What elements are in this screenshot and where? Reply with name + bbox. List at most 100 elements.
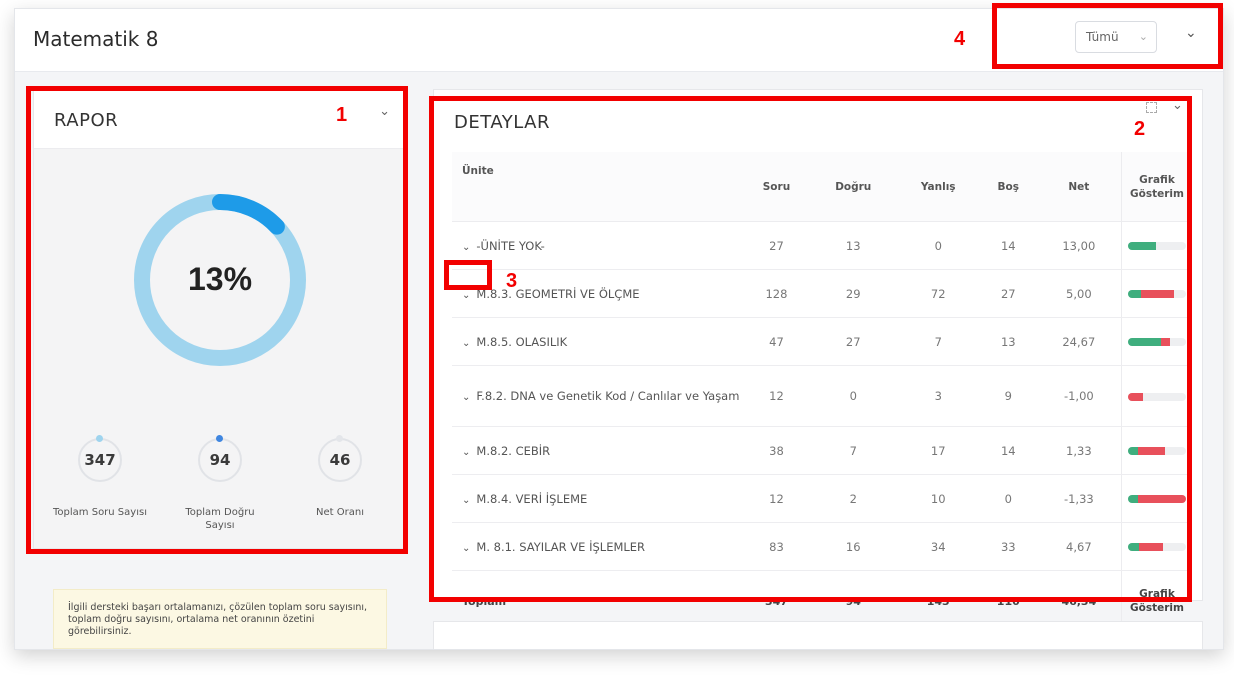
cell-yanlis: 17 <box>896 426 980 475</box>
stat-ring: 347 <box>78 435 122 482</box>
top-bar: Matematik 8 Tümü ⌄ ⌄ <box>15 9 1223 72</box>
fullscreen-icon[interactable] <box>1146 102 1157 113</box>
rapor-collapse-icon[interactable]: ⌄ <box>379 104 390 119</box>
expand-row-icon[interactable]: ⌄ <box>462 543 470 554</box>
table-row: ⌄ M. 8.1. SAYILAR VE İŞLEMLER 83 16 34 33… <box>452 522 1192 571</box>
col-header-soru: Soru <box>743 152 810 222</box>
bar-correct <box>1128 543 1140 551</box>
detaylar-card: DETAYLAR ⌄ Ünite Soru Doğru Yanlış Boş N… <box>433 89 1203 632</box>
cell-soru: 47 <box>743 317 810 366</box>
cell-graph <box>1121 269 1192 318</box>
stat-value: 46 <box>329 451 351 469</box>
bar-wrong <box>1139 543 1163 551</box>
expand-row-icon[interactable]: ⌄ <box>462 290 470 301</box>
stat-value: 94 <box>209 451 231 469</box>
success-donut-chart: 13% <box>134 194 306 366</box>
app-window: Matematik 8 Tümü ⌄ ⌄ RAPOR ⌄ 13% 347 Top… <box>14 8 1224 650</box>
details-table: Ünite Soru Doğru Yanlış Boş Net Grafik G… <box>452 152 1192 632</box>
col-header-dogru: Doğru <box>809 152 897 222</box>
result-bar <box>1128 392 1186 401</box>
rapor-title: RAPOR <box>54 110 119 131</box>
unit-filter-select[interactable]: Tümü ⌄ <box>1075 21 1157 53</box>
cell-net: 5,00 <box>1036 269 1122 318</box>
result-bar <box>1128 290 1186 298</box>
col-header-grafik: Grafik Gösterim <box>1121 152 1192 222</box>
annotation-number-4: 4 <box>954 28 966 50</box>
detaylar-title: DETAYLAR <box>454 112 551 133</box>
cell-net: 24,67 <box>1036 317 1122 366</box>
expand-row-icon[interactable]: ⌄ <box>462 392 470 403</box>
unit-name: F.8.2. DNA ve Genetik Kod / Canlılar ve … <box>476 389 740 403</box>
cell-yanlis: 34 <box>896 522 980 571</box>
cell-dogru: 29 <box>809 269 897 318</box>
cell-soru: 128 <box>743 269 810 318</box>
annotation-number-1: 1 <box>336 104 348 126</box>
unit-cell: ⌄ M.8.3. GEOMETRİ VE ÖLÇME <box>452 269 743 318</box>
unit-cell: ⌄ F.8.2. DNA ve Genetik Kod / Canlılar ve… <box>452 365 743 427</box>
expand-row-icon[interactable]: ⌄ <box>462 338 470 349</box>
cell-dogru: 2 <box>809 474 897 523</box>
cell-bos: 14 <box>979 426 1037 475</box>
result-bar <box>1128 495 1186 503</box>
stat-total-questions: 347 Toplam Soru Sayısı <box>40 435 160 519</box>
cell-bos: 0 <box>979 474 1037 523</box>
table-row: ⌄ M.8.5. OLASILIK 47 27 7 13 24,67 <box>452 317 1192 366</box>
cell-soru: 27 <box>743 221 810 270</box>
filter-selected-value: Tümü <box>1086 30 1119 44</box>
bar-correct <box>1128 290 1142 298</box>
stat-dot <box>96 435 103 442</box>
stat-label: Toplam Soru Sayısı <box>53 507 147 518</box>
cell-graph <box>1121 522 1192 571</box>
unit-cell: ⌄ M.8.2. CEBİR <box>452 426 743 475</box>
table-row: ⌄ M.8.4. VERİ İŞLEME 12 2 10 0 -1,33 <box>452 474 1192 523</box>
cell-yanlis: 7 <box>896 317 980 366</box>
stat-net-rate: 46 Net Oranı <box>280 435 400 519</box>
chevron-down-icon: ⌄ <box>1138 30 1148 43</box>
table-row: ⌄ M.8.3. GEOMETRİ VE ÖLÇME 128 29 72 27 5… <box>452 269 1192 318</box>
result-bar <box>1128 338 1186 346</box>
cell-dogru: 0 <box>809 365 897 427</box>
collapse-chevron-icon[interactable]: ⌄ <box>1185 25 1197 41</box>
col-header-net: Net <box>1036 152 1122 222</box>
detaylar-collapse-icon[interactable]: ⌄ <box>1172 98 1183 113</box>
table-row: ⌄ F.8.2. DNA ve Genetik Kod / Canlılar ve… <box>452 365 1192 427</box>
col-header-bos: Boş <box>979 152 1037 222</box>
cell-net: -1,00 <box>1036 365 1122 427</box>
bar-correct <box>1128 242 1156 250</box>
cell-yanlis: 3 <box>896 365 980 427</box>
annotation-number-3: 3 <box>506 270 518 292</box>
unit-cell: ⌄ M.8.5. OLASILIK <box>452 317 743 366</box>
bar-correct <box>1128 447 1139 455</box>
annotation-number-2: 2 <box>1134 118 1146 140</box>
cell-yanlis: 10 <box>896 474 980 523</box>
unit-name: M.8.5. OLASILIK <box>476 334 568 349</box>
cell-soru: 83 <box>743 522 810 571</box>
cell-graph <box>1121 474 1192 523</box>
expand-row-icon[interactable]: ⌄ <box>462 242 470 253</box>
rapor-card-header: RAPOR ⌄ <box>34 90 406 149</box>
cell-graph <box>1121 317 1192 366</box>
cell-net: 13,00 <box>1036 221 1122 270</box>
cell-yanlis: 72 <box>896 269 980 318</box>
stat-label: Toplam Doğru Sayısı <box>185 507 255 531</box>
unit-cell: ⌄ M.8.4. VERİ İŞLEME <box>452 474 743 523</box>
stat-label: Net Oranı <box>316 507 364 518</box>
stat-ring: 46 <box>318 435 362 482</box>
stat-total-correct: 94 Toplam Doğru Sayısı <box>160 435 280 532</box>
stat-dot <box>216 435 223 442</box>
unit-name: M. 8.1. SAYILAR VE İŞLEMLER <box>476 539 646 554</box>
unit-name: -ÜNİTE YOK- <box>476 238 545 253</box>
rapor-card: RAPOR ⌄ 13% 347 Toplam Soru Sayısı 94 To… <box>33 89 407 549</box>
bottom-card <box>433 621 1203 649</box>
donut-percent-label: 13% <box>188 261 252 297</box>
expand-row-icon[interactable]: ⌄ <box>462 447 470 458</box>
bar-wrong <box>1137 495 1186 503</box>
table-header-row: Ünite Soru Doğru Yanlış Boş Net Grafik G… <box>452 152 1192 222</box>
bar-wrong <box>1161 338 1170 346</box>
bar-wrong <box>1128 392 1143 401</box>
cell-soru: 12 <box>743 365 810 427</box>
bar-wrong <box>1138 447 1165 455</box>
bar-correct <box>1128 495 1138 503</box>
unit-cell: ⌄ M. 8.1. SAYILAR VE İŞLEMLER <box>452 522 743 571</box>
expand-row-icon[interactable]: ⌄ <box>462 495 470 506</box>
